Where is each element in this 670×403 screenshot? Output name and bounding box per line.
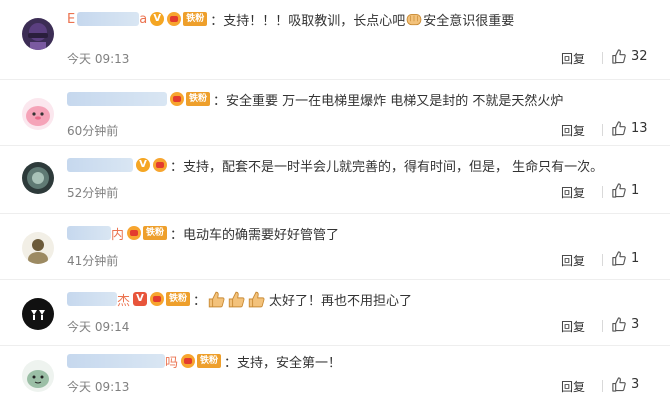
reply-button[interactable]: 回复 bbox=[561, 50, 585, 67]
comment-item: V ：支持，配套不是一时半会儿就完善的，得有时间，但是， 生命只有一次。 52分… bbox=[0, 146, 670, 214]
comment-time: 今天 09:13 bbox=[67, 52, 130, 66]
reply-button[interactable]: 回复 bbox=[561, 378, 585, 395]
comment-text-tail: 安全意识很重要 bbox=[423, 13, 515, 29]
comment-header: 内 铁粉 ：电动车的确需要好好管管了 bbox=[67, 222, 339, 244]
reply-button[interactable]: 回复 bbox=[561, 122, 585, 139]
avatar[interactable] bbox=[22, 298, 54, 330]
comment-list: E a V 铁粉 ：支持！！！吸取教训，长点心吧 安全意识很重要 今天 09:1… bbox=[0, 0, 670, 403]
fan-badge[interactable]: 铁粉 bbox=[186, 92, 211, 106]
fist-emoji-icon bbox=[406, 13, 422, 26]
fan-badge[interactable]: 铁粉 bbox=[197, 354, 222, 368]
comment-text: ：支持！！！吸取教训，长点心吧 bbox=[210, 13, 406, 29]
comment-time: 52分钟前 bbox=[67, 186, 119, 200]
username-redacted[interactable] bbox=[67, 92, 167, 106]
comment-text-tail: 太好了！再也不用担心了 bbox=[269, 293, 413, 309]
divider bbox=[602, 380, 603, 392]
username-suffix[interactable]: a bbox=[139, 12, 147, 27]
divider bbox=[602, 52, 603, 64]
verified-icon: V bbox=[136, 158, 150, 172]
comment-time: 41分钟前 bbox=[67, 254, 119, 268]
member-badge-icon bbox=[127, 226, 142, 240]
comment-item: 铁粉 ：安全重要 万一在电梯里爆炸 电梯又是封的 不就是天然火炉 60分钟前 回… bbox=[0, 80, 670, 146]
avatar[interactable] bbox=[22, 162, 54, 194]
thumbs-up-icon bbox=[612, 251, 626, 266]
thumbs-up-emoji-icon bbox=[208, 291, 225, 308]
username-suffix[interactable]: 杰 bbox=[117, 290, 130, 309]
like-button[interactable]: 3 bbox=[611, 317, 639, 332]
username-redacted[interactable] bbox=[67, 292, 117, 306]
divider bbox=[602, 124, 603, 136]
member-badge-icon bbox=[181, 354, 196, 368]
verified-icon: V bbox=[133, 292, 148, 306]
comment-header: E a V 铁粉 ：支持！！！吸取教训，长点心吧 安全意识很重要 bbox=[67, 8, 514, 30]
fan-badge[interactable]: 铁粉 bbox=[143, 226, 168, 240]
divider bbox=[602, 186, 603, 198]
member-badge-icon bbox=[167, 12, 182, 26]
verified-icon: V bbox=[150, 12, 165, 26]
thumbs-up-icon bbox=[612, 317, 626, 332]
like-count: 13 bbox=[631, 121, 648, 136]
avatar[interactable] bbox=[22, 98, 54, 130]
username[interactable]: E bbox=[67, 12, 75, 27]
reply-button[interactable]: 回复 bbox=[561, 318, 585, 335]
member-badge-icon bbox=[150, 292, 165, 306]
comment-header: 吗 铁粉 ：支持，安全第一！ bbox=[67, 350, 341, 372]
like-count: 32 bbox=[631, 49, 648, 64]
comment-text: ：支持，安全第一！ bbox=[224, 355, 342, 371]
reply-button[interactable]: 回复 bbox=[561, 252, 585, 269]
like-button[interactable]: 1 bbox=[611, 183, 639, 198]
comment-text: ： bbox=[193, 293, 207, 309]
fan-badge[interactable]: 铁粉 bbox=[183, 12, 208, 26]
username-suffix[interactable]: 内 bbox=[111, 224, 124, 243]
comment-header: 铁粉 ：安全重要 万一在电梯里爆炸 电梯又是封的 不就是天然火炉 bbox=[67, 88, 563, 110]
comment-item: 杰 V 铁粉 ： 太好了！再也不用担心了 今天 09:14 回复 3 bbox=[0, 280, 670, 346]
like-button[interactable]: 32 bbox=[611, 49, 648, 64]
member-badge-icon bbox=[153, 158, 167, 172]
comment-time: 60分钟前 bbox=[67, 124, 119, 138]
username-suffix[interactable]: 吗 bbox=[165, 352, 178, 371]
comment-time: 今天 09:13 bbox=[67, 380, 130, 394]
thumbs-up-emoji-icon bbox=[228, 291, 245, 308]
thumbs-up-icon bbox=[612, 121, 626, 136]
like-count: 3 bbox=[631, 377, 640, 392]
like-count: 1 bbox=[631, 183, 640, 198]
comment-item: 吗 铁粉 ：支持，安全第一！ 今天 09:13 回复 3 bbox=[0, 346, 670, 403]
thumbs-up-icon bbox=[612, 183, 626, 198]
like-button[interactable]: 1 bbox=[611, 251, 639, 266]
comment-header: 杰 V 铁粉 ： 太好了！再也不用担心了 bbox=[67, 288, 412, 310]
divider bbox=[602, 320, 603, 332]
like-button[interactable]: 3 bbox=[611, 377, 639, 392]
username-redacted[interactable] bbox=[67, 226, 111, 240]
divider bbox=[602, 254, 603, 266]
comment-text: ：电动车的确需要好好管管了 bbox=[170, 227, 340, 243]
comment-item: E a V 铁粉 ：支持！！！吸取教训，长点心吧 安全意识很重要 今天 09:1… bbox=[0, 0, 670, 80]
like-button[interactable]: 13 bbox=[611, 121, 648, 136]
comment-item: 内 铁粉 ：电动车的确需要好好管管了 41分钟前 回复 1 bbox=[0, 214, 670, 280]
username-redacted[interactable] bbox=[67, 158, 133, 172]
thumbs-up-emoji-icon bbox=[248, 291, 265, 308]
thumbs-up-icon bbox=[612, 49, 626, 64]
reply-button[interactable]: 回复 bbox=[561, 184, 585, 201]
like-count: 1 bbox=[631, 251, 640, 266]
comment-text: ：支持，配套不是一时半会儿就完善的，得有时间，但是， 生命只有一次。 bbox=[170, 159, 604, 175]
member-badge-icon bbox=[170, 92, 184, 106]
comment-text: ：安全重要 万一在电梯里爆炸 电梯又是封的 不就是天然火炉 bbox=[213, 93, 564, 109]
username-redacted[interactable] bbox=[67, 354, 165, 368]
fan-badge[interactable]: 铁粉 bbox=[166, 292, 191, 306]
like-count: 3 bbox=[631, 317, 640, 332]
avatar[interactable] bbox=[22, 18, 54, 50]
username-redacted bbox=[77, 12, 140, 26]
comment-time: 今天 09:14 bbox=[67, 320, 130, 334]
avatar[interactable] bbox=[22, 232, 54, 264]
avatar[interactable] bbox=[22, 360, 54, 392]
comment-header: V ：支持，配套不是一时半会儿就完善的，得有时间，但是， 生命只有一次。 bbox=[67, 154, 603, 176]
thumbs-up-icon bbox=[612, 377, 626, 392]
